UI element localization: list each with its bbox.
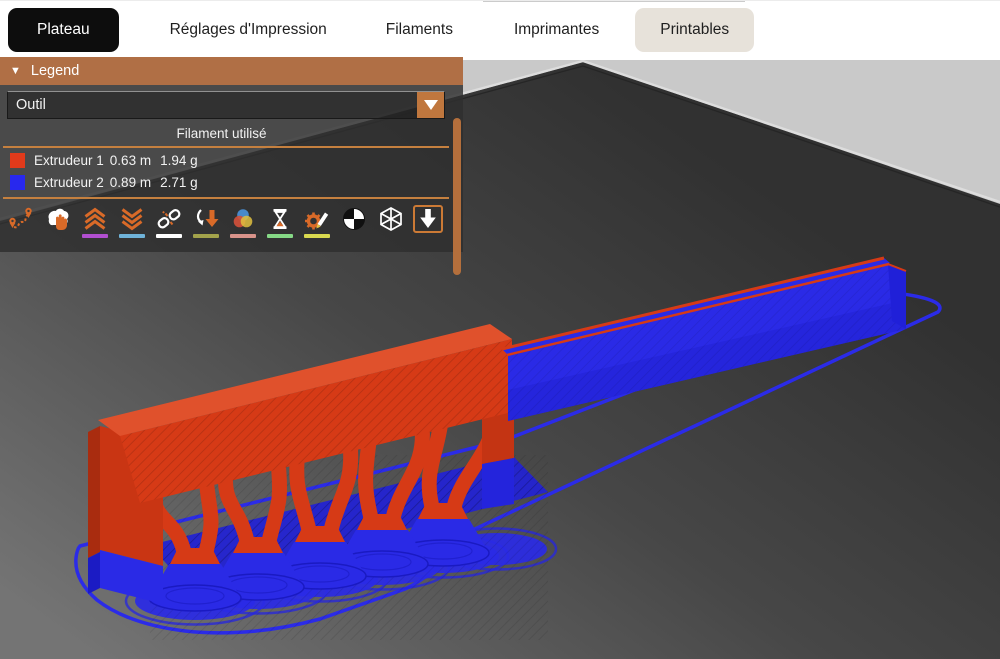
extruder1-weight: 1.94 g — [160, 152, 198, 168]
tool-marker-icon[interactable] — [413, 205, 443, 233]
extruder2-name: Extrudeur 2 — [34, 174, 104, 190]
separator-line — [3, 146, 449, 148]
tab-imprimantes[interactable]: Imprimantes — [514, 8, 599, 52]
tool-changes-underline — [193, 234, 219, 238]
extruder1-name: Extrudeur 1 — [34, 152, 104, 168]
view-mode-dropdown[interactable]: Outil — [7, 91, 445, 119]
deretractions-icon[interactable] — [118, 206, 146, 238]
legend-panel: ▼ Legend Outil Filament utilisé Extrudeu… — [0, 57, 463, 275]
view-mode-value: Outil — [16, 97, 46, 113]
gcode-viewer-window: Plateau Réglages d'Impression Filaments … — [0, 0, 1000, 659]
seams-icon[interactable] — [155, 206, 183, 238]
pause-prints-icon[interactable] — [266, 206, 294, 238]
legend-title: Legend — [30, 63, 80, 79]
extruder2-weight: 2.71 g — [160, 174, 198, 190]
travel-paths-icon[interactable] — [7, 206, 35, 232]
wipe-icon[interactable] — [44, 206, 72, 232]
collapse-triangle-icon: ▼ — [10, 65, 21, 77]
legend-header[interactable]: ▼ Legend — [0, 57, 463, 85]
tab-filaments[interactable]: Filaments — [386, 8, 453, 52]
filament-used-header: Filament utilisé — [176, 126, 267, 141]
shells-icon[interactable] — [377, 206, 405, 232]
retractions-icon[interactable] — [81, 206, 109, 238]
main-tab-bar: Plateau Réglages d'Impression Filaments … — [0, 0, 1000, 60]
tool-changes-icon[interactable] — [192, 206, 220, 238]
tab-reglages-impression[interactable]: Réglages d'Impression — [170, 8, 327, 52]
extruder2-length: 0.89 m — [109, 174, 152, 190]
extruder1-length: 0.63 m — [109, 152, 152, 168]
extruder-row-2: Extrudeur 2 0.89 m 2.71 g — [10, 172, 463, 192]
custom-gcodes-icon[interactable] — [303, 206, 331, 238]
custom-gcodes-underline — [304, 234, 330, 238]
extruder1-color-swatch — [10, 152, 25, 168]
pause-prints-underline — [267, 234, 293, 238]
legend-toolbar — [0, 199, 463, 238]
chevron-down-icon — [423, 100, 438, 110]
seams-underline — [156, 234, 182, 238]
tab-plateau[interactable]: Plateau — [8, 8, 119, 52]
retractions-underline — [82, 234, 108, 238]
center-of-gravity-icon[interactable] — [340, 206, 368, 232]
dropdown-arrow-button[interactable] — [417, 92, 444, 118]
legend-scrollbar[interactable] — [453, 118, 461, 275]
window-top-border-segment — [483, 1, 745, 2]
legend-body: Outil Filament utilisé Extrudeur 1 0.63 … — [0, 85, 463, 275]
deretractions-underline — [119, 234, 145, 238]
tab-printables[interactable]: Printables — [635, 8, 755, 52]
extruder2-color-swatch — [10, 174, 25, 190]
extruder-row-1: Extrudeur 1 0.63 m 1.94 g — [10, 150, 463, 170]
color-changes-icon[interactable] — [229, 206, 257, 238]
color-changes-underline — [230, 234, 256, 238]
